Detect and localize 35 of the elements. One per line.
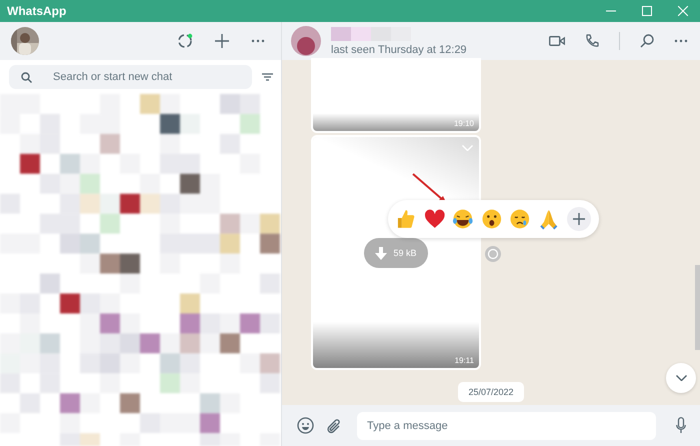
plus-icon — [573, 213, 586, 225]
plus-icon[interactable] — [215, 34, 229, 48]
crying-emoji-icon[interactable] — [509, 208, 531, 230]
download-icon — [375, 246, 388, 260]
download-button[interactable]: 59 kB — [364, 238, 428, 268]
paperclip-icon[interactable] — [326, 418, 342, 434]
search-icon — [21, 72, 32, 83]
message-input[interactable]: Type a message — [357, 412, 656, 440]
filter-icon[interactable] — [262, 72, 273, 81]
close-icon[interactable] — [678, 6, 688, 16]
microphone-icon[interactable] — [676, 417, 686, 434]
more-reactions-button[interactable] — [567, 207, 591, 231]
message-time: 19:11 — [454, 356, 474, 365]
chevron-down-icon — [676, 375, 686, 381]
thumbs-up-emoji-icon[interactable] — [395, 208, 417, 230]
image-message[interactable]: 19:10 — [313, 60, 479, 131]
video-call-icon[interactable] — [549, 36, 565, 46]
date-chip: 25/07/2022 — [458, 382, 524, 402]
window-title: WhatsApp — [7, 4, 66, 18]
last-seen-text: last seen Thursday at 12:29 — [331, 44, 467, 56]
phone-icon[interactable] — [585, 34, 599, 48]
message-time: 19:10 — [454, 119, 474, 128]
maximize-icon[interactable] — [642, 6, 652, 16]
more-icon[interactable] — [674, 39, 688, 43]
emoji-icon[interactable] — [297, 417, 314, 434]
image-message[interactable]: 59 kB 19:11 — [313, 137, 479, 368]
search-field[interactable]: Search or start new chat — [9, 64, 252, 89]
search-icon[interactable] — [640, 34, 654, 48]
surprised-emoji-icon[interactable] — [480, 208, 502, 230]
scrollbar[interactable] — [695, 265, 700, 350]
heart-emoji-icon[interactable] — [424, 208, 446, 230]
praying-emoji-icon[interactable] — [538, 208, 560, 230]
status-icon[interactable] — [177, 32, 193, 49]
laughing-emoji-icon[interactable] — [452, 208, 474, 230]
more-icon[interactable] — [251, 38, 265, 43]
